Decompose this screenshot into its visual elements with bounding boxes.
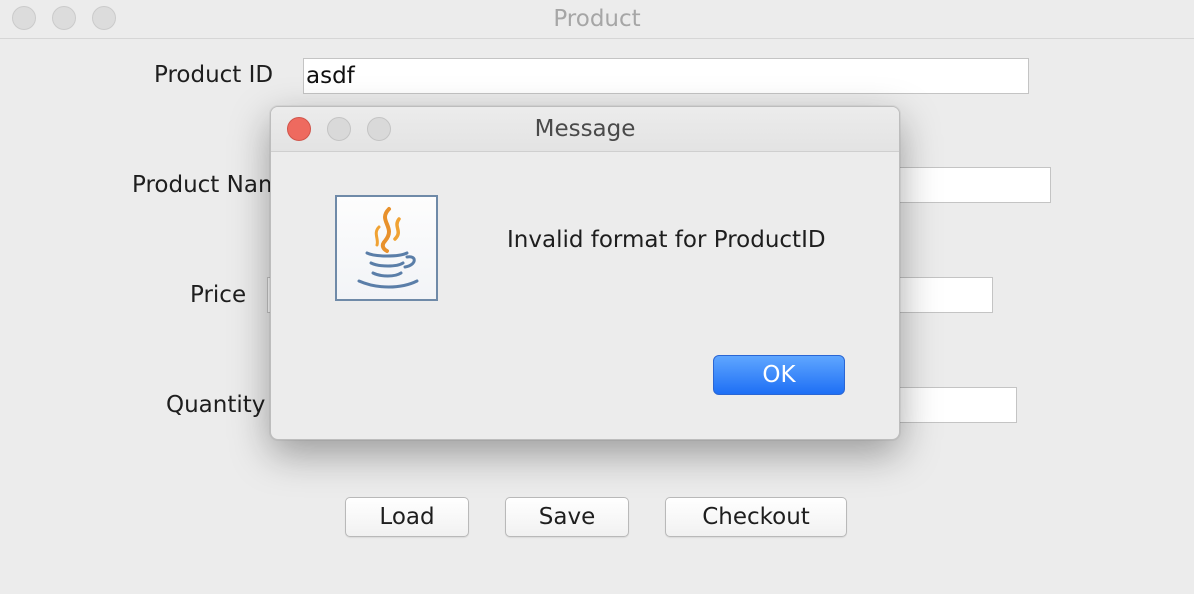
product-id-field[interactable]: asdf xyxy=(303,58,1029,94)
checkout-button[interactable]: Checkout xyxy=(665,497,847,537)
load-button[interactable]: Load xyxy=(345,497,469,537)
product-id-label: Product ID xyxy=(154,62,274,88)
price-label: Price xyxy=(190,282,247,308)
quantity-label: Quantity xyxy=(166,392,266,418)
window-titlebar: Product xyxy=(0,0,1194,39)
save-button[interactable]: Save xyxy=(505,497,629,537)
dialog-title: Message xyxy=(534,116,636,142)
ok-button[interactable]: OK xyxy=(713,355,845,395)
window-title: Product xyxy=(553,6,641,32)
dialog-titlebar: Message xyxy=(271,107,899,152)
java-icon xyxy=(335,195,438,301)
dialog-message: Invalid format for ProductID xyxy=(507,227,826,253)
message-dialog: Message Invalid format for ProductID OK xyxy=(270,106,900,440)
